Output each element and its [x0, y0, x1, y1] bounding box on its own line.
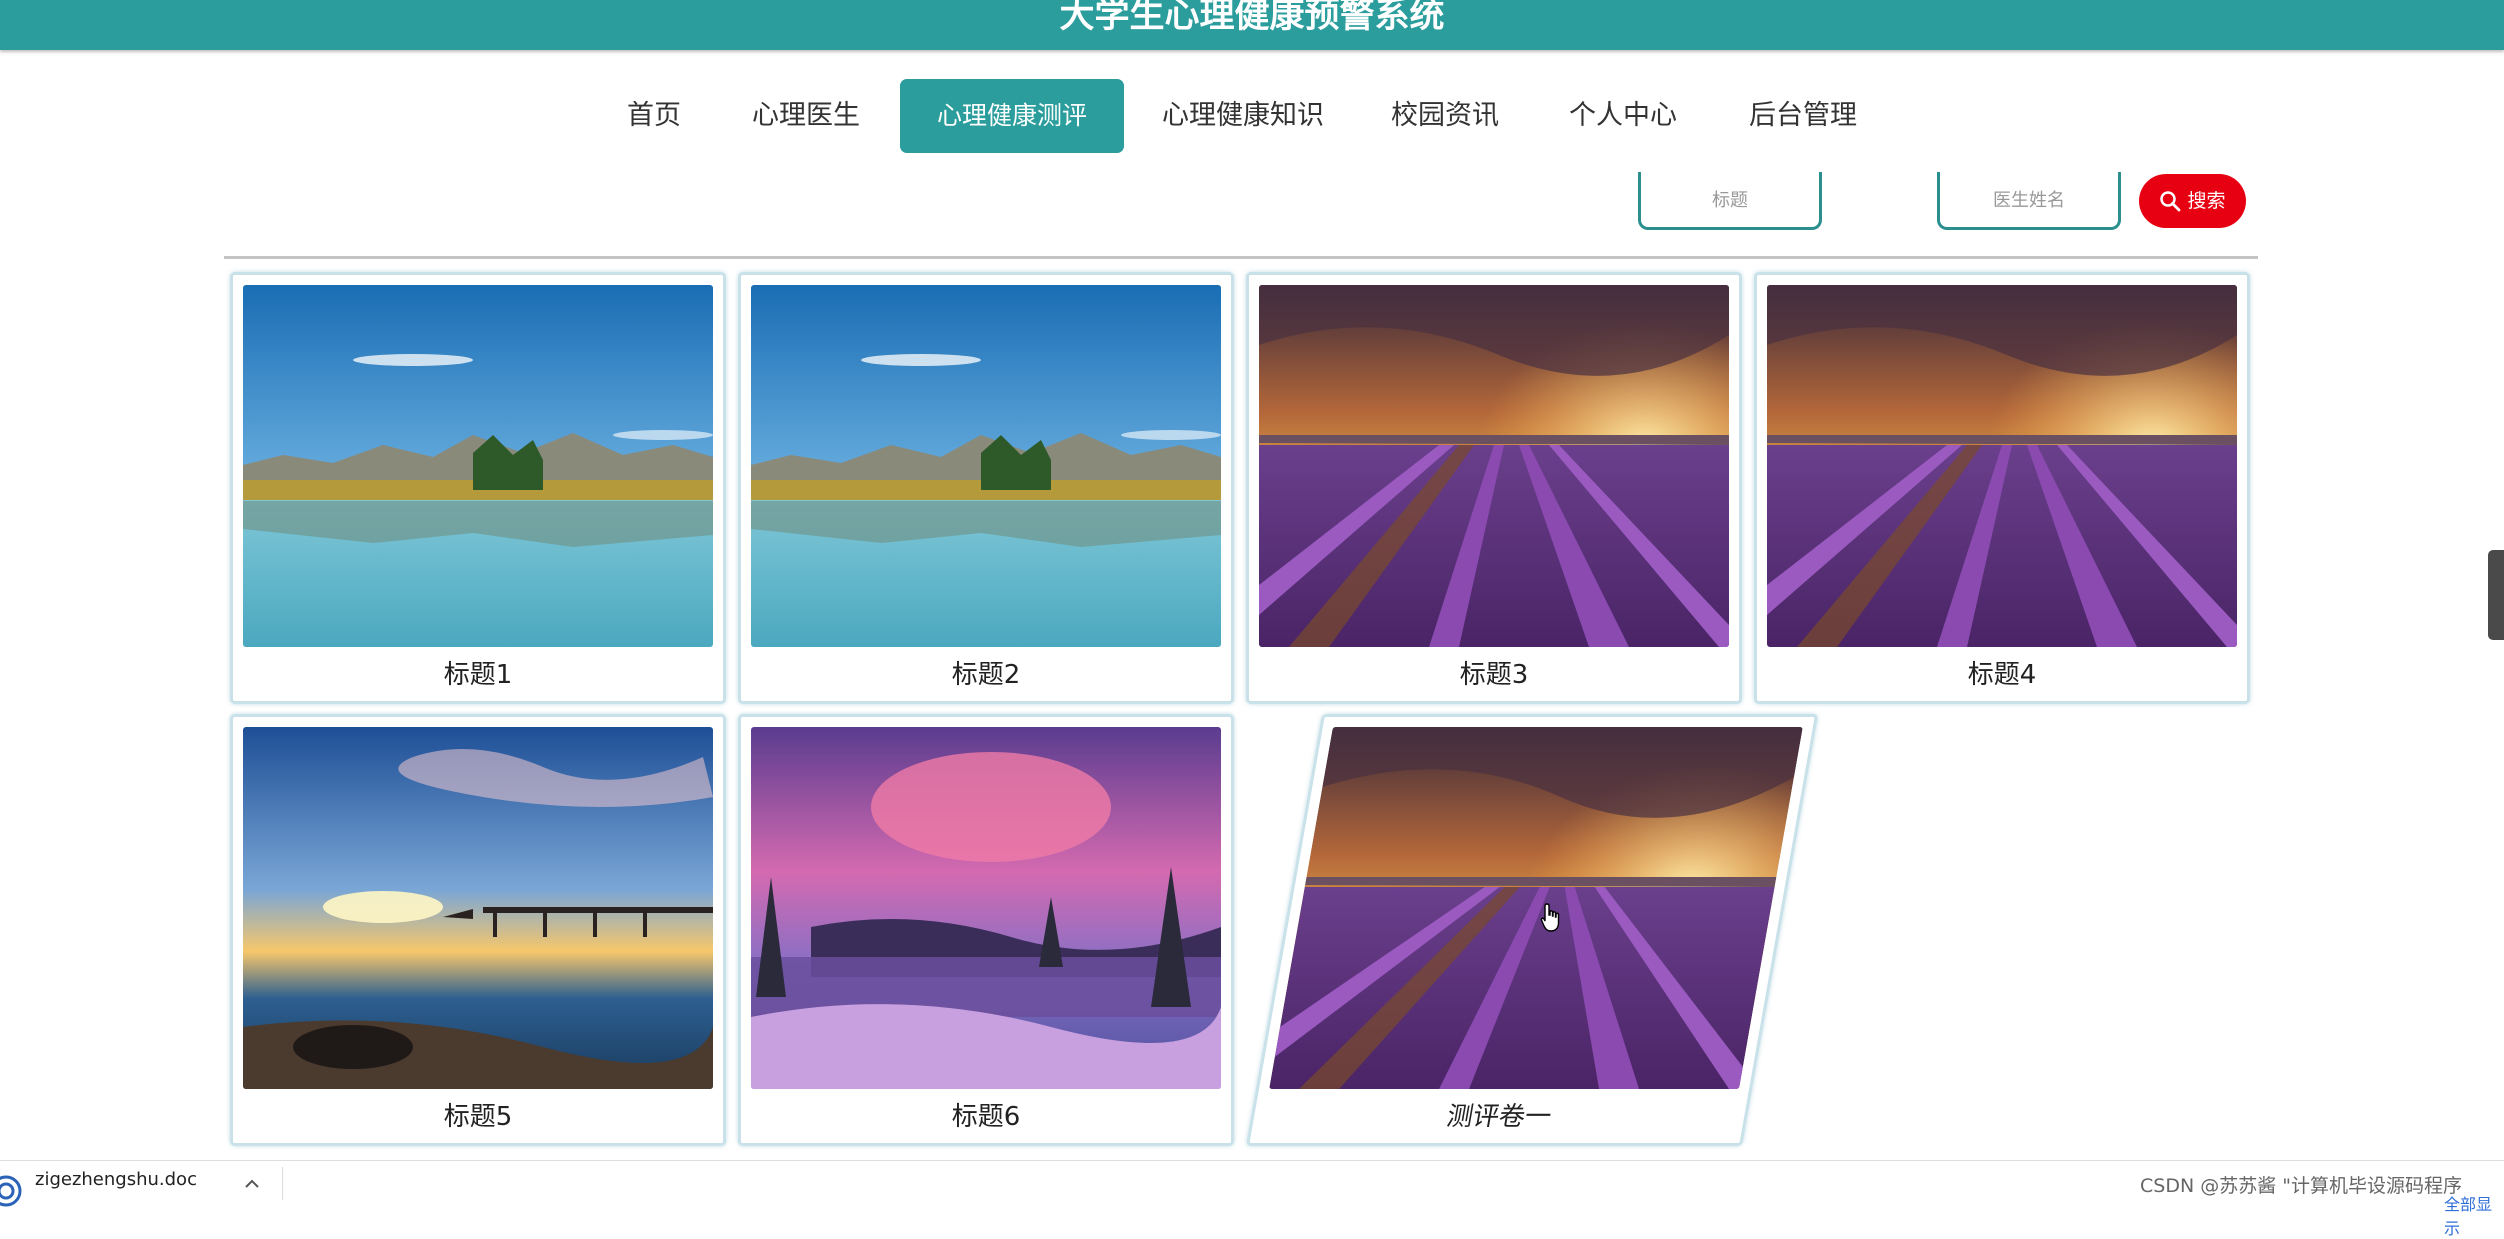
doctor-name-search-input[interactable]: 医生姓名 [1937, 172, 2121, 230]
nav-item-campus-news[interactable]: 校园资讯 [1380, 79, 1510, 153]
search-button-label: 搜索 [2187, 190, 2226, 212]
card-title: 标题4 [1967, 660, 2037, 690]
nav-item-doctors[interactable]: 心理医生 [744, 79, 868, 153]
assessment-card-1[interactable]: 标题1 [230, 272, 726, 704]
chevron-up-icon[interactable] [244, 1179, 260, 1189]
search-button[interactable]: 搜索 [2139, 174, 2246, 228]
csdn-watermark: CSDN @苏苏酱 "计算机毕设源码程序 [2140, 1175, 2462, 1197]
card-image-lake-mountains [751, 285, 1221, 647]
site-title: 大学生心理健康预警系统 [1059, 0, 1445, 36]
card-title: 标题5 [443, 1102, 513, 1132]
assessment-card-2[interactable]: 标题2 [738, 272, 1234, 704]
doc-file-icon [0, 1175, 22, 1207]
assessment-card-6[interactable]: 标题6 [738, 714, 1234, 1146]
hand-cursor-icon [1540, 903, 1560, 932]
nav-item-knowledge[interactable]: 心理健康知识 [1158, 79, 1328, 153]
nav-item-personal-center[interactable]: 个人中心 [1560, 79, 1686, 153]
show-all-downloads-link[interactable]: 全部显示 [2444, 1191, 2504, 1239]
card-title: 标题1 [443, 660, 513, 690]
card-title: 标题6 [951, 1102, 1021, 1132]
assessment-card-7-hovered[interactable]: 测评卷一 [1246, 714, 1819, 1146]
download-filename[interactable]: zigezhengshu.doc [35, 1169, 197, 1190]
card-title: 标题3 [1459, 660, 1529, 690]
download-separator [282, 1167, 283, 1200]
card-image-crater-lake-snow [751, 727, 1221, 1089]
nav-item-admin[interactable]: 后台管理 [1740, 79, 1866, 153]
main-nav: 首页 心理医生 心理健康测评 心理健康知识 校园资讯 个人中心 后台管理 [0, 79, 2504, 153]
side-float-tab[interactable] [2488, 550, 2504, 640]
nav-item-home[interactable]: 首页 [614, 79, 694, 153]
search-icon [2160, 191, 2181, 212]
card-image-lavender-sunset [1767, 285, 2237, 647]
card-image-lavender-sunset [1259, 285, 1729, 647]
card-image-lavender-sunset [1269, 727, 1803, 1089]
card-image-lake-mountains [243, 285, 713, 647]
card-title: 标题2 [951, 660, 1021, 690]
content-divider [224, 256, 2258, 259]
card-title: 测评卷一 [1444, 1102, 1554, 1132]
title-search-input[interactable]: 标题 [1638, 172, 1822, 230]
nav-item-assessment[interactable]: 心理健康测评 [900, 79, 1124, 153]
download-bar: zigezhengshu.doc CSDN @苏苏酱 "计算机毕设源码程序 全部… [0, 1160, 2504, 1238]
assessment-card-5[interactable]: 标题5 [230, 714, 726, 1146]
assessment-card-3[interactable]: 标题3 [1246, 272, 1742, 704]
card-image-pier-sunset [243, 727, 713, 1089]
assessment-card-4[interactable]: 标题4 [1754, 272, 2250, 704]
header-bar: 大学生心理健康预警系统 [0, 0, 2504, 50]
